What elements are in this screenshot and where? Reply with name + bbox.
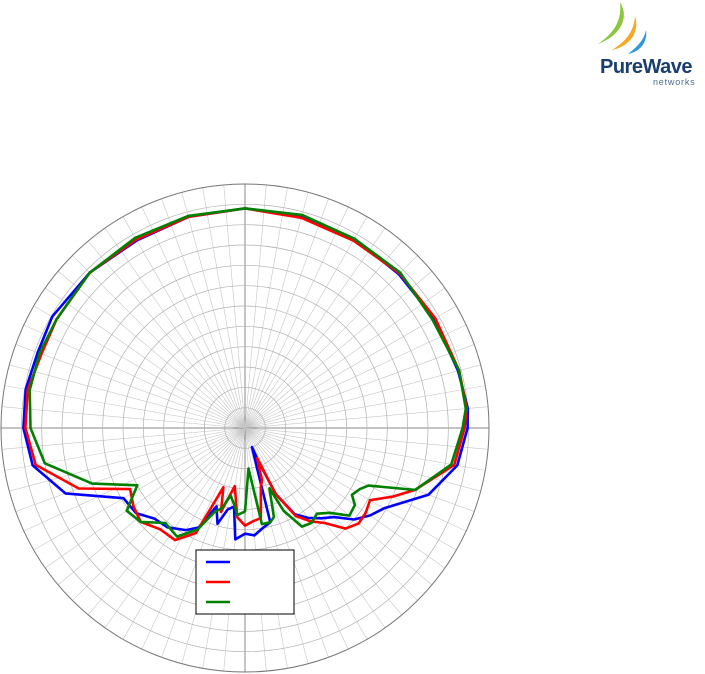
legend bbox=[195, 549, 295, 615]
series-line-3 bbox=[28, 207, 468, 538]
polar-series bbox=[22, 207, 470, 542]
polar-chart bbox=[0, 183, 490, 673]
